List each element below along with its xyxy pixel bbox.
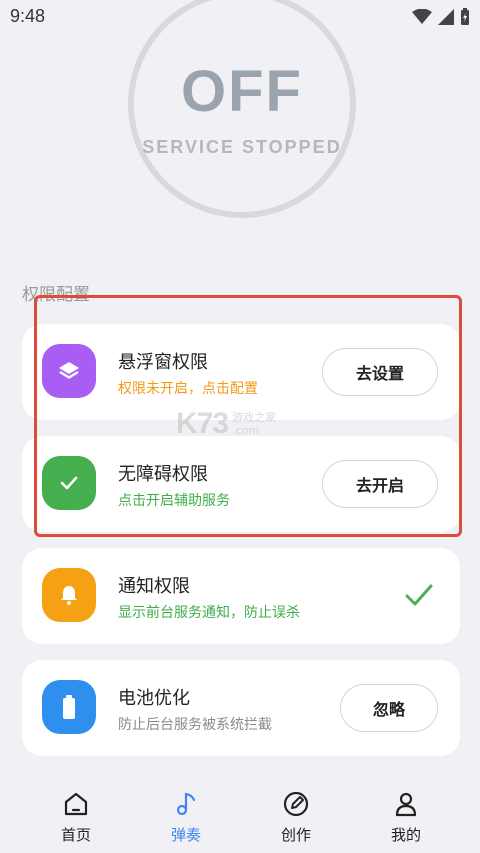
watermark-line2: .com: [232, 424, 260, 437]
status-icons: [412, 8, 470, 26]
permission-subtitle: 显示前台服务通知，防止误杀: [118, 605, 300, 621]
service-toggle[interactable]: OFF SERVICE STOPPED: [128, 0, 356, 218]
permission-card-notification: 通知权限 显示前台服务通知，防止误杀: [22, 548, 460, 644]
permission-card-accessibility[interactable]: 无障碍权限 点击开启辅助服务 去开启: [22, 436, 460, 532]
edit-icon: [283, 791, 309, 817]
nav-label: 弹奏: [170, 826, 201, 844]
permission-title: 悬浮窗权限: [118, 352, 208, 373]
nav-create[interactable]: 创作: [256, 790, 336, 845]
go-settings-button[interactable]: 去设置: [322, 348, 438, 396]
signal-icon: [438, 9, 454, 25]
service-state: OFF: [181, 59, 303, 124]
watermark-line1: 游戏之家: [232, 411, 277, 424]
user-icon: [395, 792, 417, 817]
bell-icon: [42, 568, 96, 622]
check-icon: [42, 456, 96, 510]
permission-card-floating-window[interactable]: 悬浮窗权限 权限未开启，点击配置 去设置: [22, 324, 460, 420]
permission-subtitle: 防止后台服务被系统拦截: [118, 717, 272, 733]
nav-label: 创作: [280, 826, 311, 844]
battery-status-icon: [461, 8, 469, 25]
nav-label: 我的: [390, 826, 421, 844]
permission-card-battery[interactable]: 电池优化 防止后台服务被系统拦截 忽略: [22, 660, 460, 756]
permission-title: 无障碍权限: [118, 464, 208, 485]
wifi-icon: [412, 9, 432, 24]
bottom-nav: 首页 弹奏 创作 我的: [0, 780, 480, 853]
granted-check-icon: [405, 584, 433, 606]
battery-icon: [42, 680, 96, 734]
enable-accessibility-button[interactable]: 去开启: [322, 460, 438, 508]
permission-title: 通知权限: [118, 576, 190, 597]
watermark: K73 游戏之家 .com: [176, 407, 276, 441]
layers-icon: [42, 344, 96, 398]
section-title: 权限配置: [22, 285, 90, 305]
music-note-icon: [176, 792, 196, 816]
home-icon: [64, 792, 88, 816]
nav-play[interactable]: 弹奏: [146, 790, 226, 845]
ignore-battery-button[interactable]: 忽略: [340, 684, 438, 732]
permission-title: 电池优化: [118, 688, 190, 709]
nav-mine[interactable]: 我的: [366, 790, 446, 845]
nav-label: 首页: [60, 826, 91, 844]
watermark-logo: K73: [176, 407, 229, 440]
status-time: 9:48: [10, 6, 46, 26]
nav-home[interactable]: 首页: [36, 790, 116, 845]
service-subtitle: SERVICE STOPPED: [142, 137, 342, 157]
permission-subtitle: 点击开启辅助服务: [118, 493, 230, 509]
permission-subtitle: 权限未开启，点击配置: [118, 381, 258, 397]
